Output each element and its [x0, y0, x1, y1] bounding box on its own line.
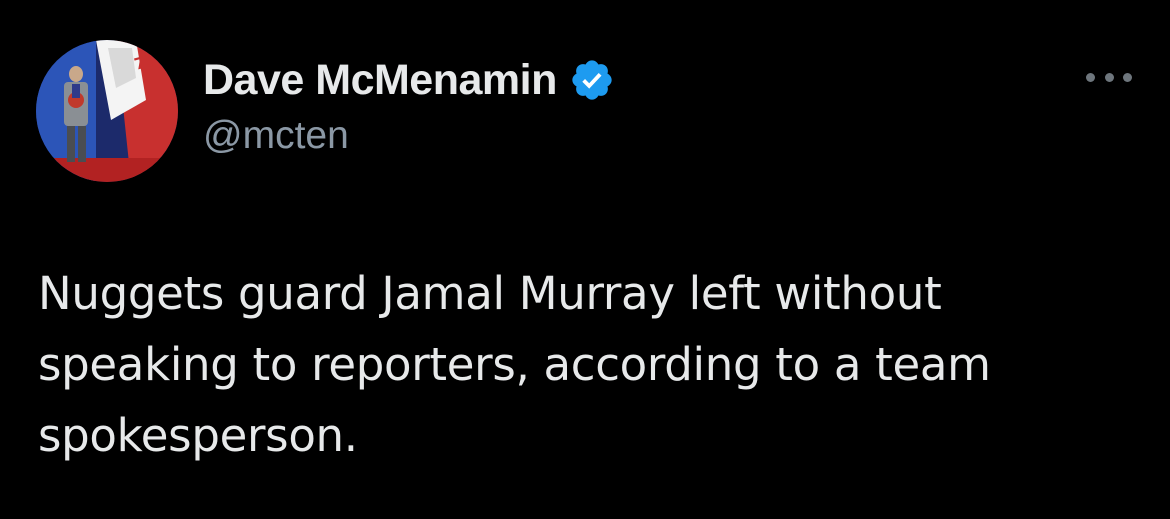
more-dot — [1123, 72, 1132, 82]
avatar[interactable]: 75 — [36, 40, 178, 182]
author-handle[interactable]: @mcten — [203, 114, 349, 158]
tweet-text: Nuggets guard Jamal Murray left without … — [38, 267, 991, 462]
tweet-card: 75 Dave McMenamin @mcten Nuggets guard J… — [0, 0, 1170, 519]
author-name-row: Dave McMenamin — [203, 52, 615, 108]
more-dot — [1104, 72, 1114, 82]
verified-badge-icon — [569, 57, 615, 103]
author-display-name[interactable]: Dave McMenamin — [203, 56, 557, 105]
more-horizontal-icon[interactable] — [1086, 62, 1132, 92]
avatar-image: 75 — [36, 40, 178, 182]
more-dot — [1086, 72, 1095, 82]
